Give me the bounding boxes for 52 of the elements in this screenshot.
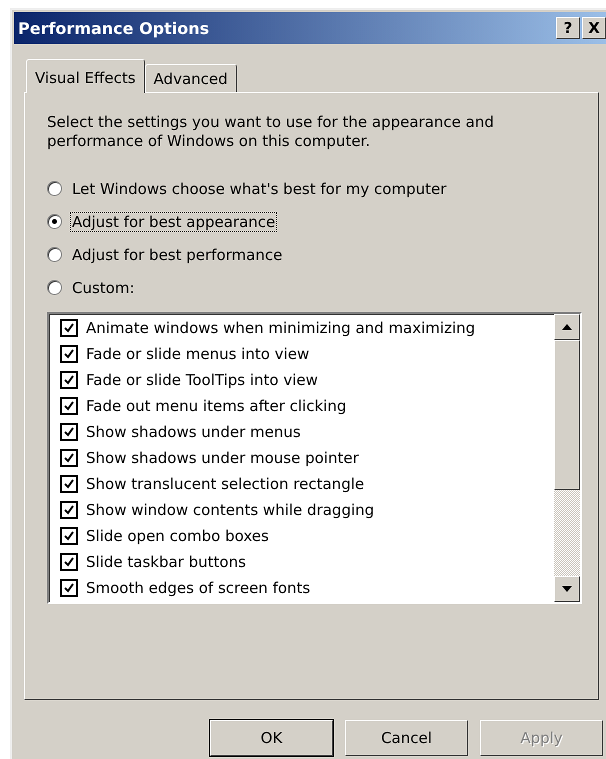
radio-button[interactable] xyxy=(47,280,62,295)
checkbox[interactable] xyxy=(60,423,78,441)
checkbox[interactable] xyxy=(60,501,78,519)
checkbox[interactable] xyxy=(60,579,78,597)
up-arrow-icon[interactable] xyxy=(562,324,572,330)
dialog-button[interactable]: Cancel xyxy=(345,720,468,756)
option-label[interactable]: Adjust for best performance xyxy=(70,244,284,264)
check-icon xyxy=(64,531,74,541)
effect-label: Fade or slide ToolTips into view xyxy=(86,371,318,389)
effect-label: Smooth edges of screen fonts xyxy=(86,579,310,597)
checkbox[interactable] xyxy=(60,475,78,493)
description-text: Select the settings you want to use for the appearance and performance of Windows on this computer. xyxy=(47,113,495,151)
effect-label: Show shadows under mouse pointer xyxy=(86,449,359,467)
effect-label: Fade out menu items after clicking xyxy=(86,397,346,415)
checkbox[interactable] xyxy=(60,527,78,545)
check-icon xyxy=(64,583,74,593)
check-icon xyxy=(64,323,74,333)
checkbox[interactable] xyxy=(60,345,78,363)
window-title: Performance Options xyxy=(18,18,210,38)
effect-label: Show shadows under menus xyxy=(86,423,301,441)
effect-label: Slide open combo boxes xyxy=(86,527,269,545)
radio-button[interactable] xyxy=(47,181,62,196)
down-arrow-icon[interactable] xyxy=(562,586,572,592)
effect-label: Show window contents while dragging xyxy=(86,501,374,519)
effect-label: Show translucent selection rectangle xyxy=(86,475,364,493)
option-label[interactable]: Adjust for best appearance xyxy=(70,212,278,232)
checkbox[interactable] xyxy=(60,319,78,337)
check-icon xyxy=(64,505,74,515)
effect-label: Animate windows when minimizing and maximizing xyxy=(86,319,476,337)
check-icon xyxy=(64,401,74,411)
option-label[interactable]: Custom: xyxy=(70,278,137,298)
radio-button[interactable] xyxy=(47,247,62,262)
checkbox[interactable] xyxy=(60,449,78,467)
close-button[interactable]: X xyxy=(582,17,606,39)
radio-button[interactable] xyxy=(47,214,62,229)
option-label[interactable]: Let Windows choose what's best for my computer xyxy=(70,178,448,198)
check-icon xyxy=(64,557,74,567)
checkbox[interactable] xyxy=(60,553,78,571)
tab[interactable]: Visual Effects xyxy=(26,59,145,93)
scrollbar[interactable] xyxy=(554,314,580,602)
dialog-button[interactable]: OK xyxy=(210,720,333,756)
tab[interactable]: Advanced xyxy=(144,64,237,92)
effect-label: Fade or slide menus into view xyxy=(86,345,310,363)
help-button[interactable]: ? xyxy=(556,17,580,39)
effect-label: Slide taskbar buttons xyxy=(86,553,246,571)
check-icon xyxy=(64,479,74,489)
check-icon xyxy=(64,427,74,437)
checkbox[interactable] xyxy=(60,397,78,415)
check-icon xyxy=(64,453,74,463)
check-icon xyxy=(64,375,74,385)
check-icon xyxy=(64,349,74,359)
checkbox[interactable] xyxy=(60,371,78,389)
